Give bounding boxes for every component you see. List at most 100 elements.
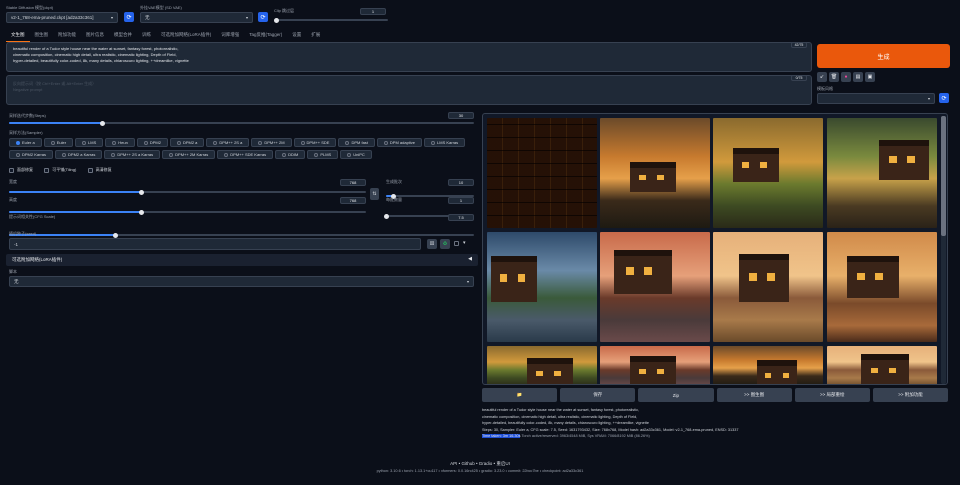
send-to-extras-button[interactable]: >> 附加功能	[872, 388, 949, 402]
sampler-option[interactable]: DDIM	[275, 150, 306, 159]
tab-extras[interactable]: 附加功能	[53, 29, 81, 42]
slider-thumb[interactable]	[383, 213, 389, 219]
height-slider[interactable]	[9, 209, 366, 215]
sampler-option[interactable]: Heun	[105, 138, 135, 147]
cfg-value[interactable]: 7.5	[448, 214, 474, 221]
settings-panel: 采样迭代步数(Steps) 30 采样方法(Sampler) Euler a Eu…	[6, 110, 478, 456]
save-button[interactable]: 保存	[560, 388, 636, 402]
sampler-option[interactable]: Euler a	[9, 138, 42, 147]
refresh-style-button[interactable]: ⟳	[939, 93, 949, 103]
image-gallery[interactable]	[482, 113, 948, 385]
gallery-thumbnail[interactable]	[713, 346, 823, 384]
slider-thumb[interactable]	[274, 17, 279, 23]
palette-button[interactable]: ●	[841, 72, 851, 82]
sampler-option[interactable]: DPM++ SDE	[293, 138, 337, 147]
open-folder-button[interactable]: 📁	[482, 388, 558, 402]
width-slider[interactable]	[9, 189, 366, 195]
gallery-grid-thumbnail[interactable]	[487, 118, 597, 228]
style-select[interactable]: ▾	[817, 93, 935, 104]
sampler-option[interactable]: Euler	[43, 138, 74, 147]
steps-slider[interactable]	[9, 120, 474, 126]
gallery-scrollbar[interactable]	[941, 116, 946, 384]
send-to-inpaint-button[interactable]: >> 局部重绘	[794, 388, 870, 402]
tab-tags[interactable]: 词库增强	[216, 29, 244, 42]
prompt-textarea[interactable]: beautiful render of a Tudor style house …	[6, 42, 812, 72]
height-value[interactable]: 768	[340, 197, 366, 204]
tab-settings[interactable]: 设置	[287, 29, 306, 42]
negative-prompt-textarea[interactable]: 反向提示词（按 Ctrl+Enter 或 Alt+Enter 生成） Negat…	[6, 75, 812, 105]
width-value[interactable]: 768	[340, 179, 366, 186]
chevron-down-icon[interactable]: ▾	[463, 240, 466, 246]
face-restore-checkbox[interactable]: 面部修复	[9, 167, 33, 173]
clip-value[interactable]: 1	[360, 8, 386, 15]
tab-extensions[interactable]: 扩展	[306, 29, 325, 42]
sampler-option[interactable]: DPM++ 2S a Karras	[104, 150, 161, 159]
gallery-thumbnail[interactable]	[713, 118, 823, 228]
sampler-option[interactable]: DPM2 Karras	[9, 150, 54, 159]
cfg-slider[interactable]	[9, 232, 474, 238]
sampler-option[interactable]: UniPC	[340, 150, 372, 159]
tab-lora[interactable]: 可选附加网络(LoRA插件)	[156, 29, 216, 42]
vae-select[interactable]: 无 ▾	[140, 12, 253, 23]
sampler-option[interactable]: DPM2	[136, 138, 168, 147]
slider-thumb[interactable]	[138, 209, 144, 215]
clip-slider[interactable]	[274, 17, 388, 23]
scrollbar-thumb[interactable]	[941, 116, 946, 236]
sampler-option[interactable]: PLMS	[307, 150, 339, 159]
extra-networks-accordion[interactable]: 可选附加网络(LoRA插件) ◀	[6, 254, 478, 266]
chevron-down-icon: ▾	[466, 279, 469, 284]
zip-button[interactable]: Zip	[638, 388, 714, 402]
tiling-checkbox[interactable]: 可平铺(Tiling)	[44, 167, 76, 173]
checkpoint-select[interactable]: v2-1_768-ema-pruned.ckpt [ad2a33c361] ▾	[6, 12, 118, 23]
swap-dimensions-button[interactable]: ⇅	[370, 188, 379, 200]
sampler-option[interactable]: DPM++ 2S a	[206, 138, 250, 147]
sampler-option[interactable]: LMS	[75, 138, 104, 147]
refresh-checkpoint-button[interactable]: ⟳	[124, 12, 134, 22]
gallery-thumbnail[interactable]	[600, 232, 710, 342]
sampler-option[interactable]: DPM adaptive	[376, 138, 423, 147]
send-to-img2img-button[interactable]: >> 图生图	[716, 388, 792, 402]
tab-tagger[interactable]: Tag反推(Tagger)	[244, 29, 287, 42]
sampler-option[interactable]: DPM++ 2M Karras	[162, 150, 216, 159]
sampler-option-label: DDIM	[288, 152, 299, 157]
tab-txt2img[interactable]: 文生图	[6, 29, 30, 42]
reuse-seed-button[interactable]: ♻	[440, 239, 450, 249]
gallery-thumbnail[interactable]	[487, 232, 597, 342]
tab-merge[interactable]: 模型合并	[109, 29, 137, 42]
gallery-thumbnail[interactable]	[827, 346, 937, 384]
seed-input[interactable]: -1	[9, 238, 421, 250]
slider-thumb[interactable]	[99, 120, 105, 126]
sampler-option[interactable]: DPM++ SDE Karras	[217, 150, 274, 159]
save-style-button[interactable]: ▣	[865, 72, 875, 82]
sampler-option[interactable]: DPM2 a Karras	[55, 150, 103, 159]
gallery-thumbnail[interactable]	[600, 346, 710, 384]
generate-button[interactable]: 生成	[817, 44, 950, 68]
steps-value[interactable]: 30	[448, 112, 474, 119]
arrow-button[interactable]: ↙	[817, 72, 827, 82]
batch-count-value[interactable]: 10	[448, 179, 474, 186]
slider-thumb[interactable]	[113, 232, 119, 238]
slider-thumb[interactable]	[138, 189, 144, 195]
script-select[interactable]: 无 ▾	[9, 276, 474, 287]
sampler-option[interactable]: DPM2 a	[169, 138, 205, 147]
random-seed-button[interactable]: ⚄	[427, 239, 437, 249]
sampler-option[interactable]: DPM++ 2M	[251, 138, 292, 147]
extra-seed-checkbox[interactable]	[454, 241, 459, 246]
tab-img2img[interactable]: 图生图	[30, 29, 54, 42]
gallery-thumbnail[interactable]	[487, 346, 597, 384]
tab-png-info[interactable]: 图片信息	[81, 29, 109, 42]
gallery-thumbnail[interactable]	[600, 118, 710, 228]
gallery-thumbnail[interactable]	[827, 118, 937, 228]
hires-fix-checkbox[interactable]: 高清修复	[87, 167, 112, 173]
footer-links[interactable]: API • Github • Gradio • 重启UI	[0, 461, 960, 467]
batch-size-value[interactable]: 1	[448, 197, 474, 204]
gallery-thumbnail[interactable]	[713, 232, 823, 342]
footer-versions: python: 3.10.6 • torch: 1.13.1+cu117 • x…	[376, 469, 584, 473]
refresh-vae-button[interactable]: ⟳	[258, 12, 268, 22]
sampler-option[interactable]: LMS Karras	[424, 138, 466, 147]
clipboard-button[interactable]: ▤	[853, 72, 863, 82]
sampler-option[interactable]: DPM fast	[338, 138, 375, 147]
gallery-thumbnail[interactable]	[827, 232, 937, 342]
trash-button[interactable]: 🗑	[829, 72, 839, 82]
tab-train[interactable]: 训练	[137, 29, 156, 42]
